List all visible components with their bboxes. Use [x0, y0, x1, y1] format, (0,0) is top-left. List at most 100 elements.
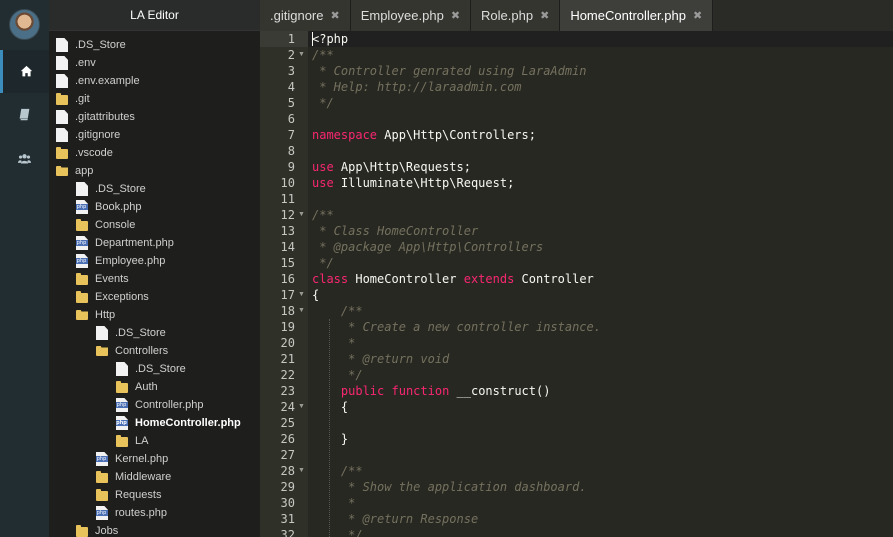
- php-file-icon: [76, 200, 88, 214]
- tree-item[interactable]: .env.example: [56, 72, 140, 90]
- users-icon[interactable]: [0, 137, 49, 180]
- tree-item[interactable]: .gitignore: [56, 126, 120, 144]
- tree-item[interactable]: Jobs: [76, 522, 118, 537]
- tree-item-label: .DS_Store: [95, 183, 146, 195]
- tab-label: HomeController.php: [570, 8, 686, 23]
- php-file-icon: [116, 416, 128, 430]
- editor-tab[interactable]: .gitignore ✖: [260, 0, 351, 31]
- tree-item[interactable]: Book.php: [76, 198, 141, 216]
- code-line: *: [312, 335, 355, 351]
- tree-item[interactable]: Middleware: [96, 468, 171, 486]
- avatar[interactable]: [9, 9, 40, 40]
- line-number: 8: [287, 144, 295, 158]
- code-line: namespace App\Http\Controllers;: [312, 127, 536, 143]
- fold-toggle-icon[interactable]: ▼: [298, 287, 306, 303]
- editor-tab[interactable]: Employee.php ✖: [350, 0, 472, 31]
- fold-toggle-icon[interactable]: ▼: [298, 47, 306, 63]
- tree-item-label: Book.php: [95, 201, 142, 213]
- code-token-plain: }: [312, 432, 349, 446]
- tree-item[interactable]: routes.php: [96, 504, 167, 522]
- close-icon[interactable]: ✖: [693, 9, 702, 22]
- code-token-comment: * Controller genrated using LaraAdmin: [312, 64, 587, 78]
- tree-item[interactable]: Requests: [96, 486, 161, 504]
- code-token-comment: * @package App\Http\Controllers: [312, 240, 544, 254]
- line-number: 25: [280, 416, 295, 430]
- code-line: }: [312, 431, 348, 447]
- tree-item-label: Kernel.php: [115, 453, 169, 465]
- tree-item[interactable]: Events: [76, 270, 129, 288]
- editor-tab[interactable]: HomeController.php ✖: [560, 0, 714, 31]
- tree-item[interactable]: .DS_Store: [76, 180, 146, 198]
- tree-item[interactable]: Http: [76, 306, 115, 324]
- code-line: class HomeController extends Controller: [312, 271, 594, 287]
- line-number: 3: [287, 64, 295, 78]
- code-token-keyword: extends: [463, 272, 515, 286]
- line-number: 12: [280, 208, 295, 222]
- folder-icon: [56, 92, 68, 105]
- code-line: */: [312, 255, 333, 271]
- code-token-plain: Illuminate\Http\Request;: [333, 176, 515, 190]
- code-line: * @return Response: [312, 511, 478, 527]
- code-line: * Show the application dashboard.: [312, 479, 586, 495]
- tree-item[interactable]: .git: [56, 90, 90, 108]
- code-line: public function __construct(): [312, 383, 551, 399]
- code-editor[interactable]: 1 2 ▼ 3 4 5 6 7 8 9 10 11 12 ▼ 13 14 15 16 17 ▼ 18 ▼ 19 20 21 22 2…: [260, 31, 893, 537]
- fold-toggle-icon[interactable]: ▼: [298, 303, 306, 319]
- tree-item[interactable]: .gitattributes: [56, 108, 135, 126]
- tree-item[interactable]: .DS_Store: [116, 360, 186, 378]
- fold-toggle-icon[interactable]: ▼: [298, 399, 306, 415]
- tree-item[interactable]: LA: [116, 432, 148, 450]
- tree-item[interactable]: Exceptions: [76, 288, 149, 306]
- close-icon[interactable]: ✖: [330, 9, 339, 22]
- tree-item-label: Employee.php: [95, 255, 166, 267]
- close-icon[interactable]: ✖: [451, 9, 460, 22]
- tree-item[interactable]: .DS_Store: [96, 324, 166, 342]
- code-token-plain: App\Http\Requests;: [333, 160, 471, 174]
- fold-toggle-icon[interactable]: ▼: [298, 207, 306, 223]
- line-number: 18: [280, 304, 295, 318]
- tree-item[interactable]: app: [56, 162, 93, 180]
- line-number: 26: [280, 432, 295, 446]
- file-icon: [96, 326, 108, 340]
- code-line: * @return void: [312, 351, 449, 367]
- tree-item-label: .DS_Store: [75, 39, 126, 51]
- tree-item[interactable]: Console: [76, 216, 135, 234]
- tree-item[interactable]: Employee.php: [76, 252, 165, 270]
- tree-item[interactable]: Auth: [116, 378, 158, 396]
- tree-item[interactable]: Controllers: [96, 342, 168, 360]
- indent-guide: [329, 319, 330, 537]
- line-number: 7: [287, 128, 295, 142]
- line-number: 24: [280, 400, 295, 414]
- text-cursor: [312, 32, 313, 46]
- tree-item[interactable]: .DS_Store: [56, 36, 126, 54]
- tree-item-label: Auth: [135, 381, 158, 393]
- tree-item-label: routes.php: [115, 507, 167, 519]
- home-icon[interactable]: [0, 50, 49, 93]
- tab-label: Role.php: [481, 8, 534, 23]
- code-line: /**: [312, 47, 334, 63]
- code-line: */: [312, 95, 333, 111]
- tree-item[interactable]: Department.php: [76, 234, 174, 252]
- tree-item[interactable]: HomeController.php: [116, 414, 241, 432]
- code-token-keyword: namespace: [312, 128, 378, 142]
- tree-item[interactable]: .env: [56, 54, 96, 72]
- php-file-icon: [96, 452, 108, 466]
- tree-item-label: Console: [95, 219, 136, 231]
- folder-icon: [76, 272, 88, 285]
- folder-icon: [76, 290, 88, 303]
- tree-item[interactable]: Controller.php: [116, 396, 204, 414]
- file-icon: [56, 74, 68, 88]
- line-number: 5: [287, 96, 295, 110]
- close-icon[interactable]: ✖: [540, 9, 549, 22]
- code-line: */: [312, 527, 362, 537]
- line-number: 21: [280, 352, 295, 366]
- file-icon: [56, 38, 68, 52]
- tree-item[interactable]: .vscode: [56, 144, 113, 162]
- tree-item[interactable]: Kernel.php: [96, 450, 168, 468]
- folder-open-icon: [76, 310, 88, 320]
- book-icon[interactable]: [0, 93, 49, 136]
- folder-icon: [56, 146, 68, 159]
- fold-toggle-icon[interactable]: ▼: [298, 463, 306, 479]
- editor-tab[interactable]: Role.php ✖: [471, 0, 561, 31]
